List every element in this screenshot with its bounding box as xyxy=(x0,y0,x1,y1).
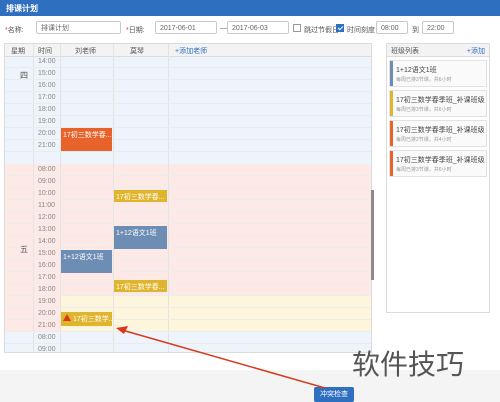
time-label: 09:00 xyxy=(38,178,56,185)
date-end-input[interactable]: 2017-06-03 xyxy=(227,21,289,34)
time-label: 13:00 xyxy=(38,226,56,233)
add-teacher-link[interactable]: +添加老师 xyxy=(175,46,207,56)
time-row[interactable]: 19:00 xyxy=(5,296,371,308)
class-color-bar xyxy=(390,91,393,116)
time-row[interactable]: 17:00 xyxy=(5,272,371,284)
time-label: 08:00 xyxy=(38,166,56,173)
time-label: 12:00 xyxy=(38,214,56,221)
name-input[interactable]: 排课计划 xyxy=(36,21,121,34)
time-start-input[interactable]: 08:00 xyxy=(376,21,408,34)
class-list-header: 班级列表 +添加 xyxy=(387,44,489,57)
time-label: 19:00 xyxy=(38,118,56,125)
add-class-link[interactable]: +添加 xyxy=(467,46,485,56)
time-label: 14:00 xyxy=(38,238,56,245)
time-row[interactable]: 09:00 xyxy=(5,344,371,353)
class-card[interactable]: 17初三数学春季班_补课班级 每周已排3节课，共6小时 xyxy=(389,90,487,117)
class-name: 17初三数学春季班_补课班级 xyxy=(396,97,485,104)
window-titlebar: 排课计划 xyxy=(0,0,500,16)
time-row[interactable]: 14:00 xyxy=(5,236,371,248)
class-color-bar xyxy=(390,151,393,176)
time-label: 16:00 xyxy=(38,82,56,89)
class-card[interactable]: 17初三数学春季班_补课班级 每周已排2节课，共4小时 xyxy=(389,120,487,147)
class-block[interactable]: 17初三数学春... xyxy=(114,190,167,202)
time-row[interactable]: 17:00 xyxy=(5,92,371,104)
date-separator: — xyxy=(220,25,227,32)
time-label: 10:00 xyxy=(38,190,56,197)
schedule-grid: 星期 时间 刘老师 莫琴 +添加老师 四 五 14:00 15:00 16:00 17… xyxy=(4,43,372,353)
time-row[interactable]: 15:00 xyxy=(5,68,371,80)
class-list-panel: 班级列表 +添加 1+12语文1班 每周已排3节课，共6小时 17初三数学春季班… xyxy=(386,43,490,313)
watermark: 软件技巧 xyxy=(352,348,465,381)
time-row[interactable]: 10:00 xyxy=(5,188,371,200)
class-block[interactable]: 17初三数学春... xyxy=(114,280,167,292)
class-card[interactable]: 1+12语文1班 每周已排3节课，共6小时 xyxy=(389,60,487,87)
time-row[interactable]: 18:00 xyxy=(5,104,371,116)
time-label: 20:00 xyxy=(38,130,56,137)
time-label: 18:00 xyxy=(38,286,56,293)
header-weekday: 星期 xyxy=(11,48,25,55)
class-name: 17初三数学春季班_补课班级 xyxy=(396,127,485,134)
time-label: 18:00 xyxy=(38,106,56,113)
header-teacher-mo: 莫琴 xyxy=(130,48,144,55)
time-row[interactable]: 09:00 xyxy=(5,176,371,188)
time-label: 21:00 xyxy=(38,142,56,149)
time-label: 09:00 xyxy=(38,346,56,353)
class-summary: 每周已排3节课，共6小时 xyxy=(396,107,452,113)
time-label: 11:00 xyxy=(38,202,55,209)
skip-holidays-checkbox[interactable] xyxy=(293,24,301,32)
time-row[interactable]: 12:00 xyxy=(5,212,371,224)
class-name: 17初三数学春季班_补课班级 xyxy=(396,157,485,164)
time-row[interactable]: 19:00 xyxy=(5,116,371,128)
time-to-label: 到 xyxy=(412,27,419,34)
name-label: *名称: xyxy=(5,27,24,34)
time-label: 19:00 xyxy=(38,298,56,305)
time-label: 14:00 xyxy=(38,58,56,65)
skip-holidays-label: 跳过节假日 xyxy=(304,27,339,34)
time-row[interactable]: 14:00 xyxy=(5,56,371,68)
time-row[interactable]: 16:00 xyxy=(5,80,371,92)
time-limit-label: 时间刻度 xyxy=(347,27,375,34)
schedule-form: *名称: 排课计划 *日期: 2017-06-01 — 2017-06-03 跳… xyxy=(0,16,500,43)
class-summary: 每周已排2节课，共4小时 xyxy=(396,137,452,143)
time-row[interactable]: 08:00 xyxy=(5,164,371,176)
time-limit-checkbox[interactable] xyxy=(336,24,344,32)
time-end-input[interactable]: 22:00 xyxy=(422,21,454,34)
time-label: 08:00 xyxy=(38,334,56,341)
class-block[interactable]: 1+12语文1班 xyxy=(61,250,112,273)
header-time: 时间 xyxy=(38,48,52,55)
warning-icon xyxy=(63,314,71,321)
time-label: 17:00 xyxy=(38,274,56,281)
time-label: 17:00 xyxy=(38,94,56,101)
class-summary: 每周已排3节课，共6小时 xyxy=(396,167,452,173)
time-row[interactable]: 13:00 xyxy=(5,224,371,236)
window-title: 排课计划 xyxy=(6,4,38,13)
header-teacher-liu: 刘老师 xyxy=(75,48,96,55)
date-start-input[interactable]: 2017-06-01 xyxy=(155,21,217,34)
time-label: 16:00 xyxy=(38,262,56,269)
time-label: 20:00 xyxy=(38,310,56,317)
time-label: 15:00 xyxy=(38,250,56,257)
time-label: 21:00 xyxy=(38,322,56,329)
class-card[interactable]: 17初三数学春季班_补课班级 每周已排3节课，共6小时 xyxy=(389,150,487,177)
class-color-bar xyxy=(390,121,393,146)
class-summary: 每周已排3节课，共6小时 xyxy=(396,77,452,83)
conflict-check-button[interactable]: 冲突检查 xyxy=(314,387,354,402)
class-block[interactable]: 1+12语文1班 xyxy=(114,226,167,249)
class-name: 1+12语文1班 xyxy=(396,67,437,74)
class-list-title: 班级列表 xyxy=(391,48,419,55)
grid-scrollbar[interactable] xyxy=(371,190,374,280)
class-color-bar xyxy=(390,61,393,86)
class-block[interactable]: 17初三数学春... xyxy=(61,128,112,151)
time-row[interactable]: 18:00 xyxy=(5,284,371,296)
time-label: 15:00 xyxy=(38,70,56,77)
date-label: *日期: xyxy=(126,27,145,34)
time-row[interactable]: 08:00 xyxy=(5,332,371,344)
time-row[interactable]: 11:00 xyxy=(5,200,371,212)
